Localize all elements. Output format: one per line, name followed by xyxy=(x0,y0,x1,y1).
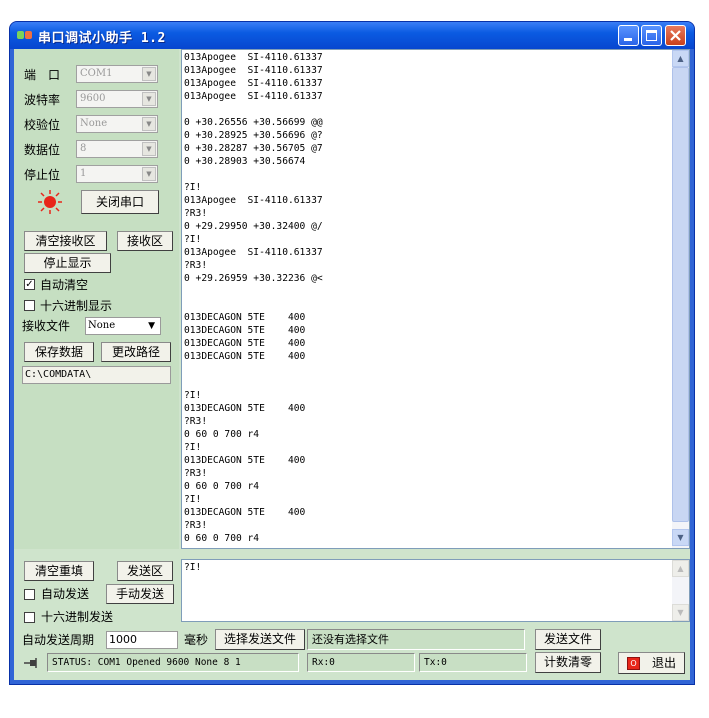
maximize-icon xyxy=(646,30,657,41)
clear-send-button[interactable]: 清空重填 xyxy=(24,561,94,581)
receive-text: 013Apogee SI-4110.61337 013Apogee SI-411… xyxy=(184,52,323,544)
port-label: 端 口 xyxy=(24,68,61,82)
parity-select[interactable]: None ▼ xyxy=(76,115,158,133)
chevron-down-icon: ▼ xyxy=(142,167,156,181)
chevron-up-icon: ▲ xyxy=(677,54,684,63)
scroll-thumb[interactable] xyxy=(672,67,689,522)
hex-send-label: 十六进制发送 xyxy=(41,610,114,624)
hex-send-checkbox[interactable] xyxy=(24,612,35,623)
port-status-indicator-icon xyxy=(38,190,62,214)
rx-counter: Rx:0 xyxy=(307,653,415,672)
chevron-down-icon: ▼ xyxy=(142,67,156,81)
app-window: 串口调试小助手 1.2 端 口 COM1 ▼ 波特率 9600 ▼ 校验位 None… xyxy=(10,22,694,684)
send-text: ?I! xyxy=(184,562,202,573)
stopbits-label: 停止位 xyxy=(24,168,61,182)
stopbits-value: 1 xyxy=(80,168,87,179)
change-path-button[interactable]: 更改路径 xyxy=(101,342,171,362)
stopbits-select[interactable]: 1 ▼ xyxy=(76,165,158,183)
period-input[interactable]: 1000 xyxy=(106,631,178,649)
send-file-button[interactable]: 发送文件 xyxy=(535,629,601,650)
scroll-down-button[interactable]: ▼ xyxy=(672,529,689,546)
chevron-down-icon: ▼ xyxy=(142,117,156,131)
chevron-down-icon: ▼ xyxy=(142,142,156,156)
send-area-button[interactable]: 发送区 xyxy=(117,561,173,581)
hex-display-label: 十六进制显示 xyxy=(40,299,113,313)
stop-display-button[interactable]: 停止显示 xyxy=(24,253,111,273)
file-status-field: 还没有选择文件 xyxy=(307,629,525,650)
baud-select[interactable]: 9600 ▼ xyxy=(76,90,158,108)
exit-button[interactable]: O 退出 xyxy=(618,652,685,674)
databits-value: 8 xyxy=(80,143,87,154)
receive-file-label: 接收文件 xyxy=(22,319,71,333)
window-title: 串口调试小助手 1.2 xyxy=(38,31,166,46)
close-port-button[interactable]: 关闭串口 xyxy=(81,190,159,214)
exit-label: 退出 xyxy=(651,656,676,670)
chevron-down-icon: ▼ xyxy=(142,92,156,106)
chevron-down-icon: ▼ xyxy=(677,608,684,617)
scroll-up-button[interactable]: ▲ xyxy=(672,560,689,577)
auto-clear-checkbox[interactable]: ✓ xyxy=(24,279,35,290)
chevron-up-icon: ▲ xyxy=(677,564,684,573)
port-value: COM1 xyxy=(80,68,113,79)
chevron-down-icon: ▼ xyxy=(148,321,155,331)
app-icon xyxy=(17,31,32,39)
minimize-icon xyxy=(624,38,632,41)
close-icon xyxy=(670,30,681,41)
choose-file-button[interactable]: 选择发送文件 xyxy=(215,629,305,650)
databits-select[interactable]: 8 ▼ xyxy=(76,140,158,158)
title-bar[interactable]: 串口调试小助手 1.2 xyxy=(10,22,694,49)
status-field: STATUS: COM1 Opened 9600 None 8 1 xyxy=(47,653,299,672)
scroll-down-button[interactable]: ▼ xyxy=(672,604,689,621)
scroll-up-button[interactable]: ▲ xyxy=(672,50,689,67)
parity-label: 校验位 xyxy=(24,118,61,132)
power-icon: O xyxy=(627,657,640,670)
pin-icon xyxy=(24,658,37,668)
send-scrollbar[interactable]: ▲ ▼ xyxy=(672,560,689,621)
receive-file-value: None xyxy=(88,320,116,331)
manual-send-button[interactable]: 手动发送 xyxy=(106,584,174,604)
databits-label: 数据位 xyxy=(24,143,61,157)
chevron-down-icon: ▼ xyxy=(677,533,684,542)
settings-panel: 端 口 COM1 ▼ 波特率 9600 ▼ 校验位 None ▼ 数据位 8 ▼ 停止位… xyxy=(14,49,179,549)
auto-send-checkbox[interactable] xyxy=(24,589,35,600)
receive-file-select[interactable]: None ▼ xyxy=(85,317,161,335)
parity-value: None xyxy=(80,118,108,129)
auto-send-label: 自动发送 xyxy=(41,587,90,601)
minimize-button[interactable] xyxy=(618,25,639,46)
receive-area[interactable]: 013Apogee SI-4110.61337 013Apogee SI-411… xyxy=(181,49,690,549)
hex-display-checkbox[interactable] xyxy=(24,300,35,311)
auto-clear-label: 自动清空 xyxy=(40,278,89,292)
receive-area-button[interactable]: 接收区 xyxy=(117,231,173,251)
clear-receive-button[interactable]: 清空接收区 xyxy=(24,231,107,251)
path-field[interactable]: C:\COMDATA\ xyxy=(22,366,171,384)
tx-counter: Tx:0 xyxy=(419,653,527,672)
reset-count-button[interactable]: 计数清零 xyxy=(535,652,601,673)
send-area[interactable]: ?I! ▲ ▼ xyxy=(181,559,690,622)
receive-scrollbar[interactable]: ▲ ▼ xyxy=(672,50,689,548)
save-data-button[interactable]: 保存数据 xyxy=(24,342,94,362)
ms-label: 毫秒 xyxy=(184,633,209,647)
client-area: 端 口 COM1 ▼ 波特率 9600 ▼ 校验位 None ▼ 数据位 8 ▼ 停止位… xyxy=(14,49,690,680)
maximize-button[interactable] xyxy=(641,25,662,46)
close-window-button[interactable] xyxy=(665,25,686,46)
port-select[interactable]: COM1 ▼ xyxy=(76,65,158,83)
period-label: 自动发送周期 xyxy=(22,633,95,647)
baud-label: 波特率 xyxy=(24,93,61,107)
baud-value: 9600 xyxy=(80,93,106,104)
